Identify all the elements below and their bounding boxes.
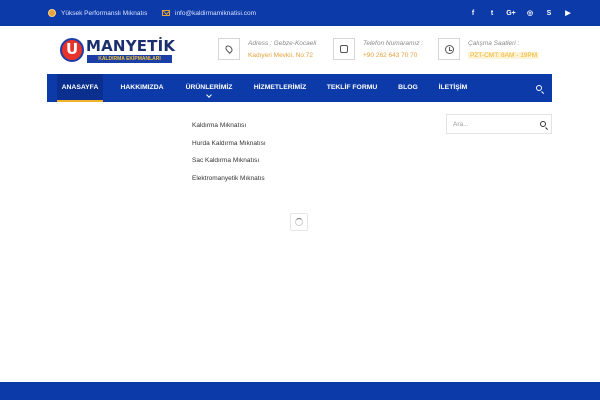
- address-value: Kadıyeri Mevkii, No:72: [248, 52, 314, 59]
- sidebar-search: [446, 114, 552, 134]
- email-text[interactable]: info@kaldirmamiknatisi.com: [175, 10, 256, 17]
- phone-label: Telefon Numaramız :: [363, 40, 424, 47]
- nav-item-iletisim[interactable]: İLETİŞİM: [433, 74, 473, 102]
- youtube-icon[interactable]: ▶: [559, 9, 577, 17]
- clock-icon: [438, 38, 460, 60]
- address-label: Adress : Gebze-Kocaeli: [248, 40, 317, 47]
- badge-icon: [48, 9, 56, 17]
- email-link[interactable]: info@kaldirmamiknatisi.com: [162, 0, 256, 26]
- footer-band: [0, 382, 600, 400]
- loading-indicator: [290, 213, 308, 231]
- twitter-icon[interactable]: t: [483, 10, 501, 17]
- hours-value: PZT-CMT: 8AM - 19PM: [468, 52, 540, 59]
- dropdown-item[interactable]: Hurda Kaldırma Mıknatısı: [192, 140, 266, 147]
- logo-mark-icon: [60, 38, 84, 62]
- nav-search-button[interactable]: [532, 74, 546, 102]
- slogan: Yüksek Performanslı Mıknatıs: [48, 0, 147, 26]
- nav-item-hakkimizda[interactable]: HAKKIMIZDA: [117, 74, 167, 102]
- dropdown-item[interactable]: Kaldırma Mıknatısı: [192, 122, 246, 129]
- hours-label: Çalışma Saatleri :: [468, 40, 520, 47]
- search-icon: [536, 85, 542, 91]
- google-plus-icon[interactable]: G+: [502, 10, 520, 17]
- search-icon: [540, 121, 546, 127]
- logo-subtitle: KALDIRMA EKİPMANLARI: [87, 55, 172, 63]
- slogan-text: Yüksek Performanslı Mıknatıs: [61, 9, 148, 17]
- site-logo[interactable]: MANYETİK KALDIRMA EKİPMANLARI: [60, 37, 176, 64]
- nav-item-urunlerimiz[interactable]: ÜRÜNLERİMİZ: [179, 74, 239, 102]
- page: Yüksek Performanslı Mıknatıs info@kaldir…: [0, 0, 600, 400]
- search-input[interactable]: [447, 115, 535, 133]
- phone-value[interactable]: +90 262 643 70 70: [363, 52, 417, 59]
- facebook-icon[interactable]: f: [464, 10, 482, 17]
- nav-item-teklif-formu[interactable]: TEKLİF FORMU: [322, 74, 382, 102]
- spinner-icon: [295, 218, 303, 226]
- instagram-icon[interactable]: ◎: [521, 9, 539, 17]
- skype-icon[interactable]: S: [540, 10, 558, 17]
- phone-icon: [333, 38, 355, 60]
- nav-item-blog[interactable]: BLOG: [391, 74, 425, 102]
- social-links: f t G+ ◎ S ▶: [463, 0, 577, 26]
- dropdown-item[interactable]: Elektromanyetik Mıknatıs: [192, 175, 265, 182]
- location-pin-icon: [218, 38, 240, 60]
- nav-item-anasayfa[interactable]: ANASAYFA: [57, 74, 103, 102]
- search-submit-button[interactable]: [537, 115, 549, 133]
- nav-item-hizmetlerimiz[interactable]: HİZMETLERİMİZ: [250, 74, 310, 102]
- top-bar: Yüksek Performanslı Mıknatıs info@kaldir…: [0, 0, 600, 26]
- mail-icon: [162, 10, 170, 16]
- logo-title: MANYETİK: [86, 37, 176, 55]
- main-nav: ANASAYFA HAKKIMIZDA ÜRÜNLERİMİZ HİZMETLE…: [47, 74, 552, 102]
- dropdown-item[interactable]: Sac Kaldırma Mıknatısı: [192, 157, 259, 164]
